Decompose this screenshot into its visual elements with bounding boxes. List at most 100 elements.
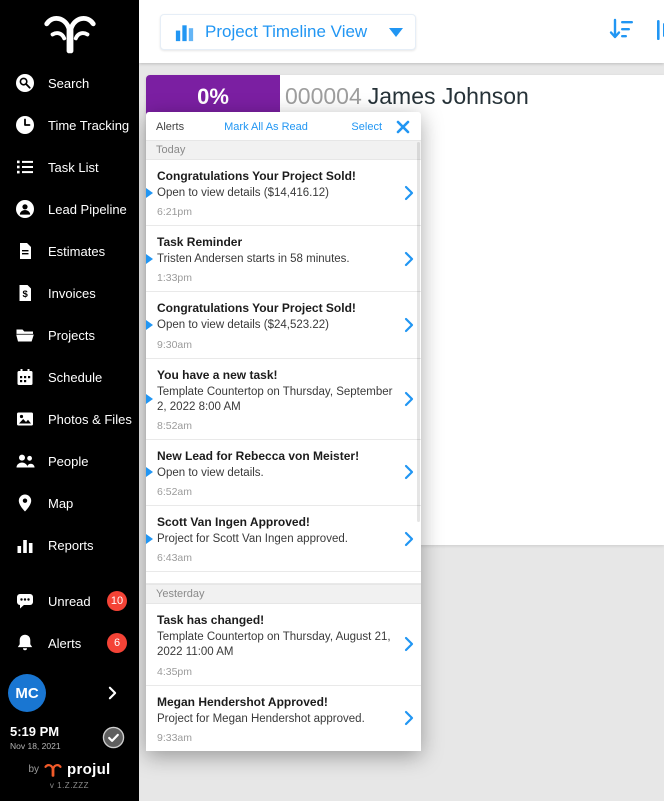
alert-list-item[interactable]: Congratulations Your Project Sold! Open … <box>146 160 421 226</box>
check-circle-icon[interactable] <box>102 726 125 749</box>
alert-title: Megan Hendershot Approved! <box>157 695 395 709</box>
unread-count-badge: 10 <box>107 591 127 611</box>
progress-percent: 0% <box>146 84 280 110</box>
sidebar-item-label: Lead Pipeline <box>48 202 127 217</box>
timeline-chart-icon <box>173 21 196 44</box>
sidebar-item-projects[interactable]: Projects <box>0 314 139 356</box>
sidebar-item-schedule[interactable]: Schedule <box>0 356 139 398</box>
sidebar-item-label: People <box>48 454 88 469</box>
sidebar-item-invoices[interactable]: $ Invoices <box>0 272 139 314</box>
sidebar-item-estimates[interactable]: Estimates <box>0 230 139 272</box>
alert-title: New Lead for Rebecca von Meister! <box>157 449 395 463</box>
projul-horns-logo-small-icon <box>43 763 63 777</box>
brand-by-label: by <box>28 764 39 775</box>
alerts-count-badge: 6 <box>107 633 127 653</box>
lead-pipeline-icon <box>15 199 35 219</box>
alerts-section-yesterday: Yesterday <box>146 584 421 604</box>
chevron-right-icon <box>404 636 414 652</box>
alert-time: 4:35pm <box>157 666 395 678</box>
alerts-popup-title: Alerts <box>156 121 184 133</box>
project-name: James Johnson <box>368 83 529 109</box>
reports-bar-chart-icon <box>15 535 35 555</box>
sidebar-item-label: Search <box>48 76 89 91</box>
schedule-calendar-icon <box>15 367 35 387</box>
alert-list-item[interactable]: New Lead for Rebecca von Meister! Open t… <box>146 440 421 506</box>
alert-title: Congratulations Your Project Sold! <box>157 301 395 315</box>
unread-marker-icon <box>146 534 153 544</box>
alert-body: Open to view details ($24,523.22) <box>157 318 395 333</box>
current-time: 5:19 PM <box>10 724 61 739</box>
chevron-right-icon <box>404 185 414 201</box>
projul-horns-logo-icon <box>0 0 139 62</box>
alert-body: Project for Scott Van Ingen approved. <box>157 532 395 547</box>
svg-text:$: $ <box>23 289 29 300</box>
main-content: Project Timeline View 0% project progres… <box>139 0 664 801</box>
alerts-popup: Alerts Mark All As Read Select Today Con… <box>146 112 421 751</box>
sidebar-item-map[interactable]: Map <box>0 482 139 524</box>
estimates-icon <box>15 241 35 261</box>
alert-time: 9:30am <box>157 339 395 351</box>
view-selector-label: Project Timeline View <box>205 22 367 42</box>
alert-list-item[interactable]: Task Reminder Tristen Andersen starts in… <box>146 226 421 292</box>
sidebar-item-search[interactable]: Search <box>0 62 139 104</box>
app-version-label: v 1.Z.ZZZ <box>0 781 139 790</box>
invoices-icon: $ <box>15 283 35 303</box>
alert-list-item[interactable]: Megan Hendershot Approved! Project for M… <box>146 686 421 751</box>
select-link[interactable]: Select <box>351 121 382 133</box>
clipped-toolbar-button[interactable] <box>653 17 664 43</box>
sidebar-item-unread[interactable]: Unread 10 <box>0 580 139 622</box>
current-date: Nov 18, 2021 <box>10 741 61 751</box>
sidebar-item-reports[interactable]: Reports <box>0 524 139 566</box>
sidebar-item-task-list[interactable]: Task List <box>0 146 139 188</box>
sidebar-item-label: Photos & Files <box>48 412 132 427</box>
alert-title: You have a new task! <box>157 368 395 382</box>
alerts-section-today: Today <box>146 140 421 160</box>
clock-icon <box>15 115 35 135</box>
chevron-right-icon <box>404 531 414 547</box>
sidebar-item-label: Alerts <box>48 636 81 651</box>
sidebar-item-label: Projects <box>48 328 95 343</box>
alert-title: Congratulations Your Project Sold! <box>157 169 395 183</box>
alert-list-item[interactable]: Task has changed! Template Countertop on… <box>146 604 421 685</box>
photos-icon <box>15 409 35 429</box>
map-pin-icon <box>15 493 35 513</box>
alert-time: 8:52am <box>157 420 395 432</box>
alert-title: Task Reminder <box>157 235 395 249</box>
brand-row: by projul <box>0 761 139 778</box>
alert-body: Template Countertop on Thursday, Septemb… <box>157 385 395 415</box>
sidebar-item-people[interactable]: People <box>0 440 139 482</box>
mark-all-as-read-link[interactable]: Mark All As Read <box>224 121 308 133</box>
alert-time: 9:33am <box>157 732 395 744</box>
chevron-right-icon <box>404 251 414 267</box>
alert-list-item[interactable]: Congratulations Your Project Sold! Open … <box>146 292 421 358</box>
close-icon[interactable] <box>395 119 411 135</box>
alert-title: Task has changed! <box>157 613 395 627</box>
sidebar-item-label: Reports <box>48 538 94 553</box>
sidebar-item-alerts[interactable]: Alerts 6 <box>0 622 139 664</box>
expand-sidebar-chevron-icon[interactable] <box>108 686 117 700</box>
brand-name-label: projul <box>67 761 110 778</box>
sidebar-item-time-tracking[interactable]: Time Tracking <box>0 104 139 146</box>
people-icon <box>15 451 35 471</box>
sidebar-item-photos-files[interactable]: Photos & Files <box>0 398 139 440</box>
alert-list-item[interactable]: You have a new task! Template Countertop… <box>146 359 421 440</box>
chevron-right-icon <box>404 391 414 407</box>
view-selector-dropdown[interactable]: Project Timeline View <box>160 14 416 50</box>
avatar[interactable]: MC <box>8 674 46 712</box>
popup-scrollbar[interactable] <box>417 142 420 522</box>
sidebar-item-label: Unread <box>48 594 91 609</box>
sidebar-item-label: Invoices <box>48 286 96 301</box>
alert-list-item[interactable]: Scott Van Ingen Approved! Project for Sc… <box>146 506 421 572</box>
sidebar-item-lead-pipeline[interactable]: Lead Pipeline <box>0 188 139 230</box>
alert-time: 6:52am <box>157 486 395 498</box>
project-number: 000004 <box>285 83 362 109</box>
task-list-icon <box>15 157 35 177</box>
project-title: 000004James Johnson <box>285 83 529 110</box>
alert-body: Tristen Andersen starts in 58 minutes. <box>157 252 395 267</box>
chevron-right-icon <box>404 710 414 726</box>
sort-descending-button[interactable] <box>608 17 636 43</box>
unread-marker-icon <box>146 467 153 477</box>
sidebar-item-label: Schedule <box>48 370 102 385</box>
sidebar-item-label: Estimates <box>48 244 105 259</box>
chevron-down-icon <box>389 28 403 37</box>
